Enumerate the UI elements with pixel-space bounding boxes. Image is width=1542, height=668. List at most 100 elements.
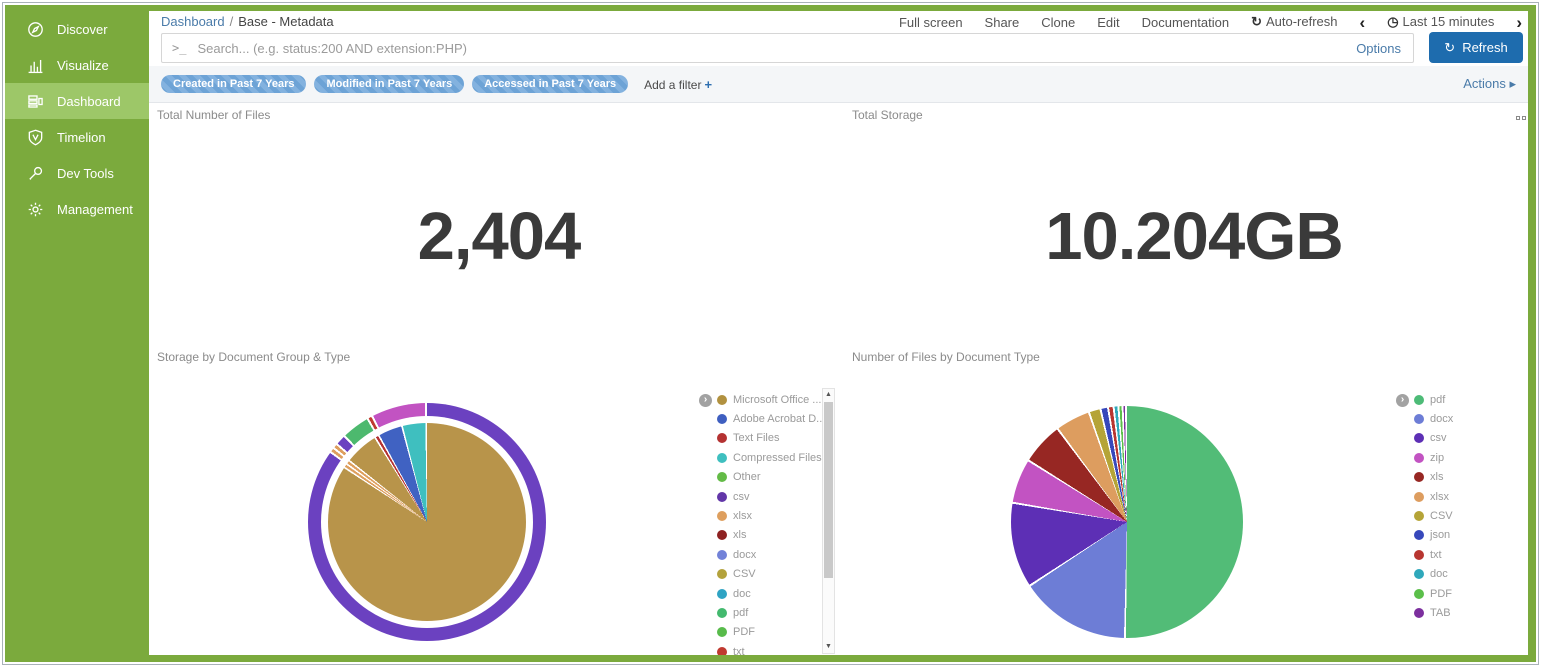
legend-item-pdf[interactable]: ›pdf — [1414, 390, 1528, 409]
actions-arrow-icon: ▸ — [1509, 76, 1516, 91]
legend-item-xlsx[interactable]: xlsx — [1414, 487, 1528, 506]
legend-item-doc[interactable]: doc — [1414, 565, 1528, 584]
legend-item-txt[interactable]: txt — [1414, 545, 1528, 564]
legend-label: Microsoft Office ... — [733, 394, 821, 406]
legend-color-dot — [717, 550, 727, 560]
legend-item-csv[interactable]: csv — [1414, 429, 1528, 448]
shield-icon — [27, 129, 44, 146]
time-next-button[interactable]: › — [1516, 16, 1522, 29]
legend-color-dot — [717, 492, 727, 502]
filter-actions-button[interactable]: Actions ▸ — [1463, 76, 1528, 92]
search-row: >_ Options ↻ Refresh — [149, 32, 1528, 64]
search-options-link[interactable]: Options — [1356, 41, 1413, 56]
compass-icon — [27, 21, 44, 38]
sidebar-item-dev-tools[interactable]: Dev Tools — [5, 155, 149, 191]
auto-refresh-button[interactable]: ↻Auto-refresh — [1251, 14, 1337, 30]
files-pie-legend: ›pdf docx csv zip xls xlsx CSV json txt doc PDF TAB — [1414, 390, 1528, 623]
search-box: >_ Options — [161, 33, 1414, 63]
legend-label: Compressed Files — [733, 452, 822, 464]
search-input[interactable] — [195, 40, 1356, 57]
legend-color-dot — [1414, 453, 1424, 463]
legend-color-dot — [1414, 589, 1424, 599]
legend-label: TAB — [1430, 607, 1451, 619]
legend-color-dot — [1414, 433, 1424, 443]
legend-item-xls[interactable]: xls — [1414, 468, 1528, 487]
legend-label: doc — [733, 588, 751, 600]
storage-pie-inner[interactable] — [328, 423, 526, 621]
menu-full-screen[interactable]: Full screen — [899, 15, 963, 30]
breadcrumb-separator: / — [230, 14, 234, 29]
legend-color-dot — [1414, 472, 1424, 482]
refresh-icon: ↻ — [1444, 40, 1455, 56]
menu-clone[interactable]: Clone — [1041, 15, 1075, 30]
sidebar-item-discover[interactable]: Discover — [5, 11, 149, 47]
sidebar-item-label: Discover — [57, 22, 108, 37]
legend-collapse-icon[interactable]: › — [699, 394, 712, 407]
sidebar-item-timelion[interactable]: Timelion — [5, 119, 149, 155]
legend-color-dot — [1414, 511, 1424, 521]
legend-scrollbar-thumb[interactable] — [824, 402, 833, 578]
filter-pill[interactable]: Modified in Past 7 Years — [314, 75, 464, 93]
legend-label: docx — [1430, 413, 1453, 425]
legend-collapse-icon[interactable]: › — [1396, 394, 1409, 407]
breadcrumb-current: Base - Metadata — [238, 14, 333, 29]
legend-color-dot — [717, 530, 727, 540]
menu-documentation[interactable]: Documentation — [1142, 15, 1229, 30]
legend-label: xlsx — [1430, 491, 1449, 503]
bar-chart-icon — [27, 57, 44, 74]
legend-label: pdf — [1430, 394, 1445, 406]
legend-label: xls — [733, 529, 746, 541]
time-range-picker[interactable]: ◷Last 15 minutes — [1387, 14, 1494, 30]
breadcrumb-dashboard-link[interactable]: Dashboard — [161, 14, 225, 29]
legend-item-zip[interactable]: zip — [1414, 448, 1528, 467]
dashboard-grid: Total Number of Files Total Storage 2,40… — [149, 103, 1528, 655]
menu-share[interactable]: Share — [985, 15, 1020, 30]
filter-pill[interactable]: Accessed in Past 7 Years — [472, 75, 628, 93]
legend-color-dot — [717, 414, 727, 424]
panel-title-total-files: Total Number of Files — [157, 108, 270, 122]
filter-bar: Created in Past 7 Years Modified in Past … — [149, 66, 1528, 103]
wrench-icon — [27, 165, 44, 182]
breadcrumb: Dashboard / Base - Metadata — [161, 14, 334, 29]
time-prev-button[interactable]: ‹ — [1360, 16, 1366, 29]
add-filter-button[interactable]: Add a filter+ — [644, 77, 712, 92]
legend-label: zip — [1430, 452, 1444, 464]
legend-color-dot — [717, 472, 727, 482]
legend-item-csv[interactable]: CSV — [1414, 506, 1528, 525]
panel-options-button[interactable] — [1516, 116, 1528, 122]
legend-color-dot — [1414, 550, 1424, 560]
legend-label: PDF — [1430, 588, 1452, 600]
clock-icon: ◷ — [1387, 14, 1398, 29]
menu-edit[interactable]: Edit — [1097, 15, 1119, 30]
legend-label: json — [1430, 529, 1450, 541]
sidebar-item-management[interactable]: Management — [5, 191, 149, 227]
gear-icon — [27, 201, 44, 218]
legend-label: xlsx — [733, 510, 752, 522]
panel-title-storage-pie: Storage by Document Group & Type — [157, 350, 350, 364]
legend-color-dot — [717, 433, 727, 443]
legend-color-dot — [717, 589, 727, 599]
legend-color-dot — [717, 608, 727, 618]
legend-item-docx[interactable]: docx — [1414, 409, 1528, 428]
sidebar-item-dashboard[interactable]: Dashboard — [5, 83, 149, 119]
legend-color-dot — [1414, 608, 1424, 618]
filter-pill[interactable]: Created in Past 7 Years — [161, 75, 306, 93]
sidebar-item-label: Dashboard — [57, 94, 121, 109]
legend-item-json[interactable]: json — [1414, 526, 1528, 545]
refresh-button[interactable]: ↻ Refresh — [1429, 32, 1523, 63]
legend-color-dot — [717, 511, 727, 521]
scroll-up-icon[interactable]: ▲ — [823, 389, 834, 401]
sidebar-item-label: Dev Tools — [57, 166, 114, 181]
main-content: Dashboard / Base - Metadata Full screen Sha… — [149, 11, 1528, 655]
app-window: Discover Visualize Dashboard Timelion Dev To… — [2, 2, 1539, 665]
legend-item-pdf[interactable]: PDF — [1414, 584, 1528, 603]
sidebar-item-visualize[interactable]: Visualize — [5, 47, 149, 83]
legend-item-tab[interactable]: TAB — [1414, 603, 1528, 622]
legend-color-dot — [717, 647, 727, 655]
scroll-down-icon[interactable]: ▼ — [823, 641, 834, 653]
metric-total-files: 2,404 — [149, 198, 849, 275]
legend-label: txt — [1430, 549, 1442, 561]
legend-scrollbar[interactable]: ▲ ▼ — [822, 388, 835, 654]
files-pie[interactable] — [1011, 406, 1243, 638]
legend-label: CSV — [1430, 510, 1453, 522]
